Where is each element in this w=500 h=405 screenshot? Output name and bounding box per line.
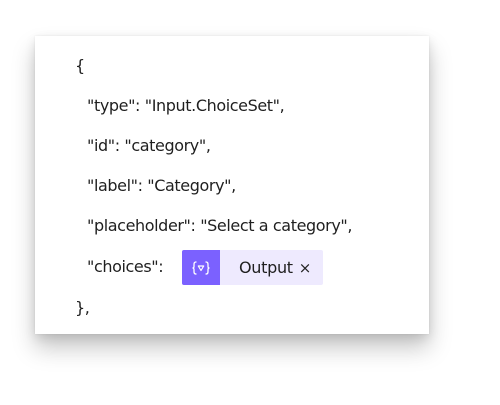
token-label: Output (239, 258, 293, 277)
dynamic-content-token-output[interactable]: Output × (182, 250, 323, 285)
screenshot-stage: { "type": "Input.ChoiceSet", "id": "cate… (0, 0, 500, 405)
code-line-open-brace: { (75, 56, 85, 75)
remove-token-button[interactable]: × (299, 250, 323, 285)
code-editor-card: { "type": "Input.ChoiceSet", "id": "cate… (35, 36, 429, 334)
code-line-choices-key: "choices": (87, 257, 164, 276)
expression-icon (182, 250, 220, 285)
json-code-block: { "type": "Input.ChoiceSet", "id": "cate… (35, 36, 429, 334)
code-line-label: "label": "Category", (87, 176, 236, 195)
code-line-close-brace: }, (75, 298, 90, 317)
code-line-placeholder: "placeholder": "Select a category", (87, 216, 353, 235)
code-line-id: "id": "category", (87, 136, 211, 155)
code-line-type: "type": "Input.ChoiceSet", (87, 96, 285, 115)
